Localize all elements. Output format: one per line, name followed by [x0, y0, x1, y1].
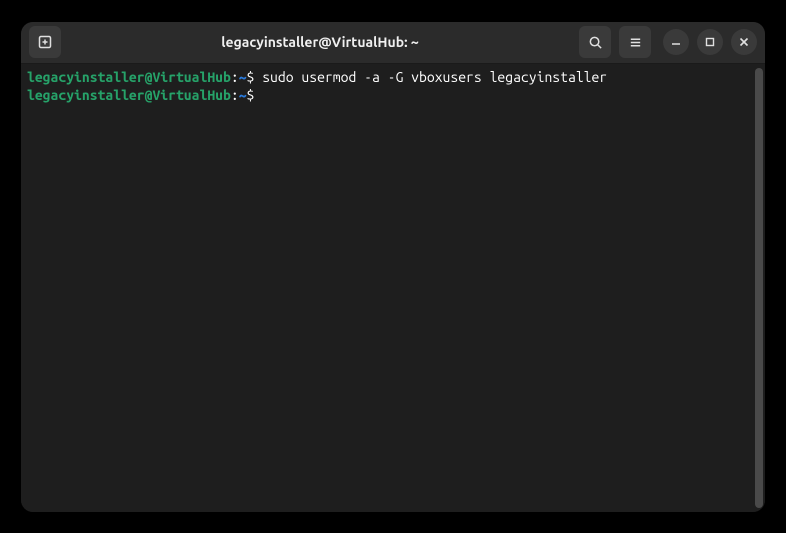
terminal-window: legacyinstaller@VirtualHub: ~: [21, 22, 765, 512]
new-tab-button[interactable]: [29, 26, 61, 58]
titlebar: legacyinstaller@VirtualHub: ~: [21, 22, 765, 64]
close-icon: [739, 37, 749, 47]
prompt-dollar: $: [247, 69, 263, 85]
terminal-body[interactable]: legacyinstaller@VirtualHub:~$ sudo userm…: [21, 64, 765, 512]
minimize-button[interactable]: [663, 29, 689, 55]
command-text: sudo usermod -a -G vboxusers legacyinsta…: [262, 69, 607, 85]
maximize-icon: [705, 37, 715, 47]
terminal-line: legacyinstaller@VirtualHub:~$: [27, 86, 759, 104]
window-title: legacyinstaller@VirtualHub: ~: [67, 34, 573, 50]
window-controls: [663, 29, 757, 55]
minimize-icon: [671, 37, 681, 47]
prompt-colon: :: [231, 69, 239, 85]
search-button[interactable]: [579, 26, 611, 58]
scrollbar[interactable]: [755, 68, 763, 508]
titlebar-right: [579, 26, 757, 58]
prompt-colon: :: [231, 87, 239, 103]
menu-button[interactable]: [619, 26, 651, 58]
close-button[interactable]: [731, 29, 757, 55]
new-tab-icon: [37, 34, 53, 50]
search-icon: [588, 35, 603, 50]
prompt-user-host: legacyinstaller@VirtualHub: [27, 87, 231, 103]
prompt-path: ~: [239, 87, 247, 103]
prompt-path: ~: [239, 69, 247, 85]
prompt-dollar: $: [247, 87, 263, 103]
prompt-user-host: legacyinstaller@VirtualHub: [27, 69, 231, 85]
hamburger-icon: [628, 35, 643, 50]
toolbar-buttons: [579, 26, 651, 58]
maximize-button[interactable]: [697, 29, 723, 55]
terminal-line: legacyinstaller@VirtualHub:~$ sudo userm…: [27, 68, 759, 86]
titlebar-left: [29, 26, 61, 58]
